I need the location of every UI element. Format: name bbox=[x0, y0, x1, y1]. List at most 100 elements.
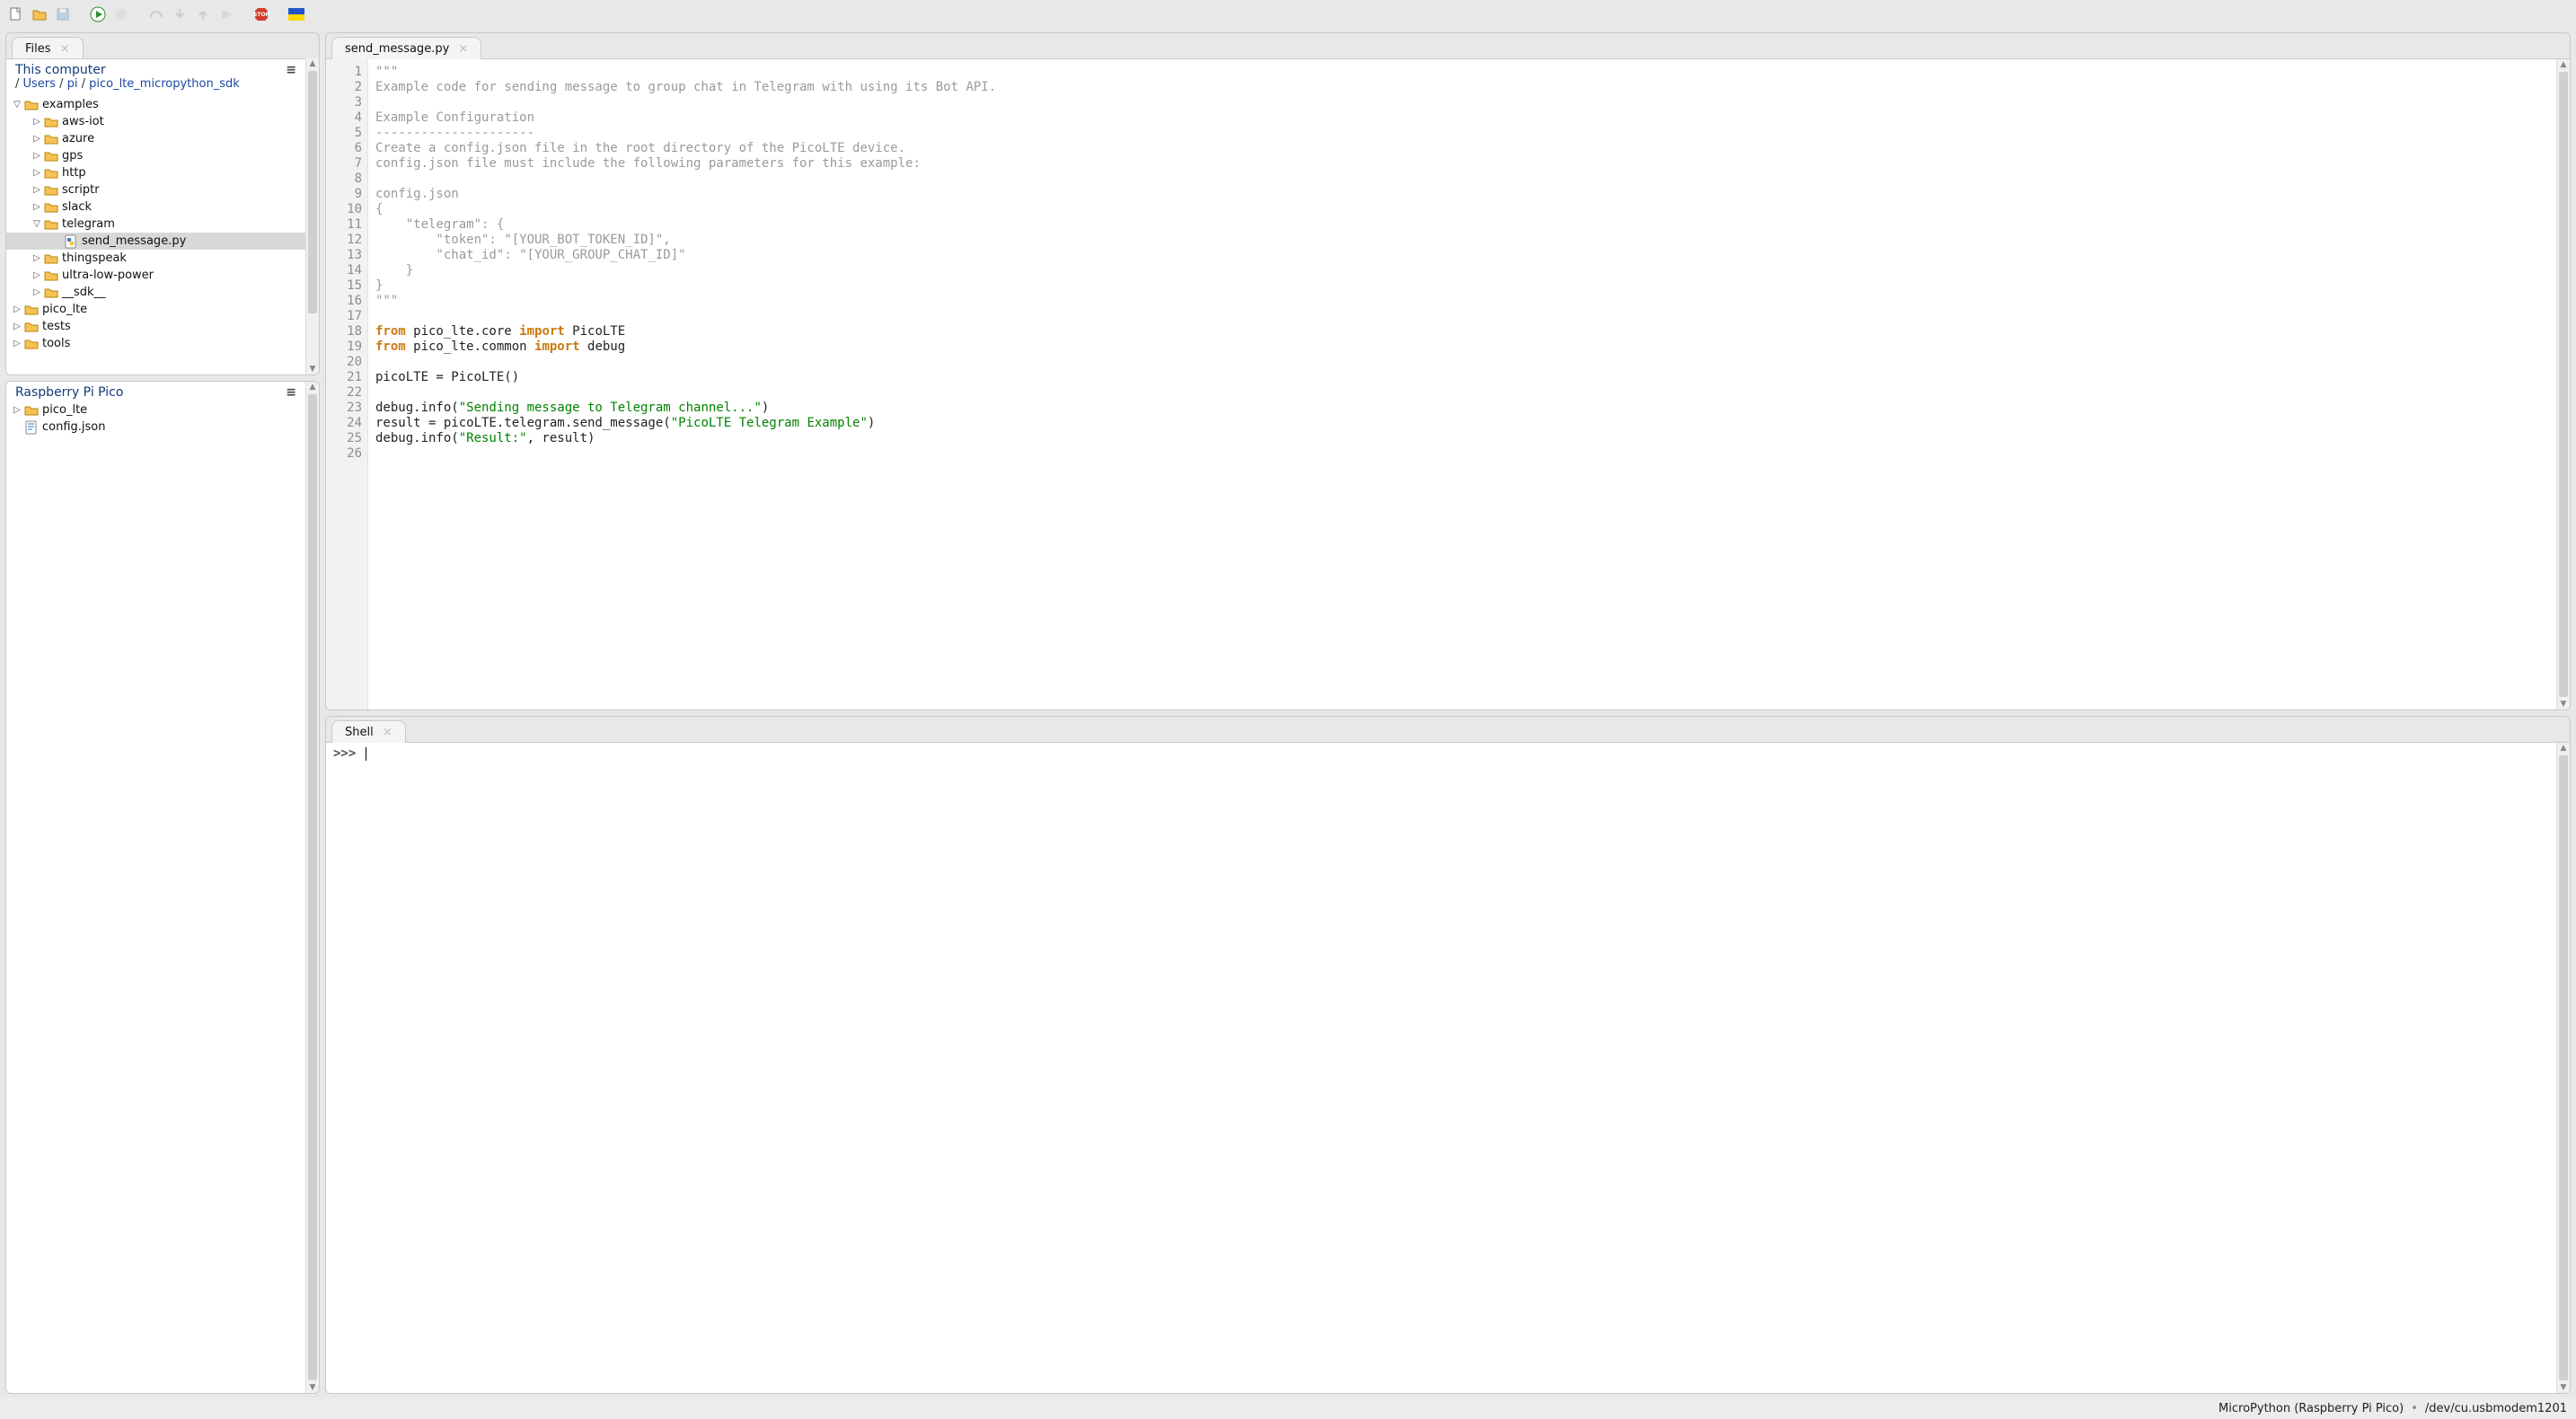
folder-icon bbox=[44, 183, 58, 198]
tree-row[interactable]: ▷pico_lte bbox=[6, 401, 305, 419]
tree-item-label: gps bbox=[62, 149, 83, 163]
shell-tab-label: Shell bbox=[345, 726, 374, 739]
ukraine-flag-button[interactable] bbox=[286, 4, 306, 25]
editor-tabrow: send_message.py × bbox=[326, 33, 2570, 58]
open-file-button[interactable] bbox=[29, 4, 49, 25]
tree-row[interactable]: ▷ tools bbox=[6, 335, 305, 352]
folder-icon bbox=[44, 132, 58, 146]
files-tabrow: Files × bbox=[6, 33, 319, 58]
folder-icon bbox=[44, 286, 58, 300]
close-icon[interactable]: × bbox=[60, 42, 70, 56]
tab-files-label: Files bbox=[25, 42, 51, 56]
folder-icon bbox=[44, 166, 58, 181]
scrollbar-vertical[interactable]: ▲ ▼ bbox=[305, 58, 319, 375]
tree-row[interactable]: ▷thingspeak bbox=[6, 250, 305, 267]
tree-item-label: scriptr bbox=[62, 183, 100, 197]
tree-item-label: tools bbox=[42, 337, 70, 350]
chevron-down-icon[interactable]: ▽ bbox=[12, 100, 22, 110]
hamburger-icon[interactable]: ≡ bbox=[286, 63, 296, 77]
hamburger-icon[interactable]: ≡ bbox=[286, 385, 296, 400]
chevron-right-icon[interactable]: ▷ bbox=[12, 339, 22, 348]
step-out-button[interactable] bbox=[192, 4, 213, 25]
this-computer-header: This computer ≡ bbox=[6, 59, 305, 77]
statusbar: MicroPython (Raspberry Pi Pico) • /dev/c… bbox=[0, 1397, 2576, 1419]
chevron-right-icon[interactable]: ▷ bbox=[31, 253, 42, 263]
chevron-right-icon[interactable]: ▷ bbox=[31, 185, 42, 195]
folder-icon bbox=[24, 98, 39, 112]
folder-icon bbox=[44, 251, 58, 266]
folder-icon bbox=[44, 269, 58, 283]
tree-item-label: telegram bbox=[62, 217, 115, 231]
chevron-right-icon[interactable]: ▷ bbox=[12, 304, 22, 314]
scrollbar-vertical[interactable]: ▲ ▼ bbox=[305, 382, 319, 1393]
pico-title: Raspberry Pi Pico bbox=[15, 385, 123, 400]
tree-row[interactable]: ▷azure bbox=[6, 130, 305, 147]
svg-text:STOP: STOP bbox=[253, 12, 269, 18]
editor-gutter: 1 2 3 4 5 6 7 8 9 10 11 12 13 14 15 16 1… bbox=[326, 59, 368, 710]
chevron-right-icon[interactable]: ▷ bbox=[12, 405, 22, 415]
editor-panel: send_message.py × 1 2 3 4 5 6 7 8 9 10 1… bbox=[325, 32, 2571, 710]
tree-row[interactable]: ▷pico_lte bbox=[6, 301, 305, 318]
new-file-button[interactable] bbox=[5, 4, 26, 25]
run-button[interactable] bbox=[87, 4, 108, 25]
chevron-right-icon[interactable]: ▷ bbox=[31, 151, 42, 161]
this-computer-breadcrumb[interactable]: / Users / pi / pico_lte_micropython_sdk bbox=[6, 77, 305, 94]
tree-row[interactable]: send_message.py bbox=[6, 233, 305, 250]
close-icon[interactable]: × bbox=[383, 726, 393, 739]
step-into-button[interactable] bbox=[169, 4, 190, 25]
folder-icon bbox=[24, 337, 39, 351]
code-editor[interactable]: """ Example code for sending message to … bbox=[368, 59, 2556, 710]
chevron-right-icon[interactable]: ▷ bbox=[31, 287, 42, 297]
this-computer-tree[interactable]: ▽examples▷aws-iot▷azure▷gps▷http▷scriptr… bbox=[6, 94, 305, 375]
save-file-button[interactable] bbox=[52, 4, 73, 25]
tree-item-label: examples bbox=[42, 98, 99, 111]
chevron-right-icon[interactable]: ▷ bbox=[31, 168, 42, 178]
tree-row[interactable]: ▷ __sdk__ bbox=[6, 284, 305, 301]
chevron-down-icon[interactable]: ▽ bbox=[31, 219, 42, 229]
toolbar: STOP bbox=[0, 0, 2576, 29]
tree-row[interactable]: ▷ tests bbox=[6, 318, 305, 335]
pico-tree[interactable]: ▷pico_lteconfig.json bbox=[6, 400, 305, 1393]
interpreter-label[interactable]: MicroPython (Raspberry Pi Pico) bbox=[2219, 1402, 2404, 1415]
tree-row[interactable]: ▷ultra-low-power bbox=[6, 267, 305, 284]
shell-prompt: >>> bbox=[333, 746, 364, 761]
shell-panel: Shell × >>> ▲ ▼ bbox=[325, 716, 2571, 1394]
tab-files[interactable]: Files × bbox=[12, 37, 84, 59]
tree-row[interactable]: ▷ gps bbox=[6, 147, 305, 164]
tree-row[interactable]: ▷http bbox=[6, 164, 305, 181]
tree-item-label: slack bbox=[62, 200, 92, 214]
close-icon[interactable]: × bbox=[458, 42, 468, 56]
tree-item-label: aws-iot bbox=[62, 115, 104, 128]
tree-row[interactable]: ▷ scriptr bbox=[6, 181, 305, 198]
editor-tab[interactable]: send_message.py × bbox=[331, 37, 481, 59]
this-computer-tree-host: This computer ≡ / Users / pi / pico_lte_… bbox=[6, 58, 305, 375]
tree-row[interactable]: ▽ examples bbox=[6, 96, 305, 113]
tree-item-label: config.json bbox=[42, 420, 106, 434]
tree-item-label: tests bbox=[42, 320, 71, 333]
chevron-right-icon[interactable]: ▷ bbox=[12, 322, 22, 331]
port-label[interactable]: /dev/cu.usbmodem1201 bbox=[2425, 1402, 2567, 1415]
shell-body[interactable]: >>> bbox=[326, 743, 2556, 1393]
chevron-right-icon[interactable]: ▷ bbox=[31, 117, 42, 127]
chevron-right-icon[interactable]: ▷ bbox=[31, 134, 42, 144]
tree-row[interactable]: ▷ slack bbox=[6, 198, 305, 216]
chevron-right-icon[interactable]: ▷ bbox=[31, 270, 42, 280]
folder-icon bbox=[44, 115, 58, 129]
resume-button[interactable] bbox=[216, 4, 236, 25]
stop-button[interactable]: STOP bbox=[251, 4, 271, 25]
tree-row[interactable]: ▽ telegram bbox=[6, 216, 305, 233]
tree-item-label: send_message.py bbox=[82, 234, 186, 248]
folder-icon bbox=[44, 149, 58, 163]
tree-row[interactable]: config.json bbox=[6, 419, 305, 436]
shell-tab[interactable]: Shell × bbox=[331, 720, 406, 743]
scrollbar-vertical[interactable]: ▲ ▼ bbox=[2556, 59, 2570, 710]
debug-button[interactable] bbox=[110, 4, 131, 25]
step-over-button[interactable] bbox=[146, 4, 166, 25]
chevron-right-icon[interactable]: ▷ bbox=[31, 202, 42, 212]
tree-row[interactable]: ▷ aws-iot bbox=[6, 113, 305, 130]
scrollbar-vertical[interactable]: ▲ ▼ bbox=[2556, 743, 2570, 1393]
python-icon bbox=[64, 234, 78, 249]
tree-item-label: __sdk__ bbox=[62, 286, 106, 299]
pico-header: Raspberry Pi Pico ≡ bbox=[6, 382, 305, 400]
file-icon bbox=[24, 420, 39, 435]
